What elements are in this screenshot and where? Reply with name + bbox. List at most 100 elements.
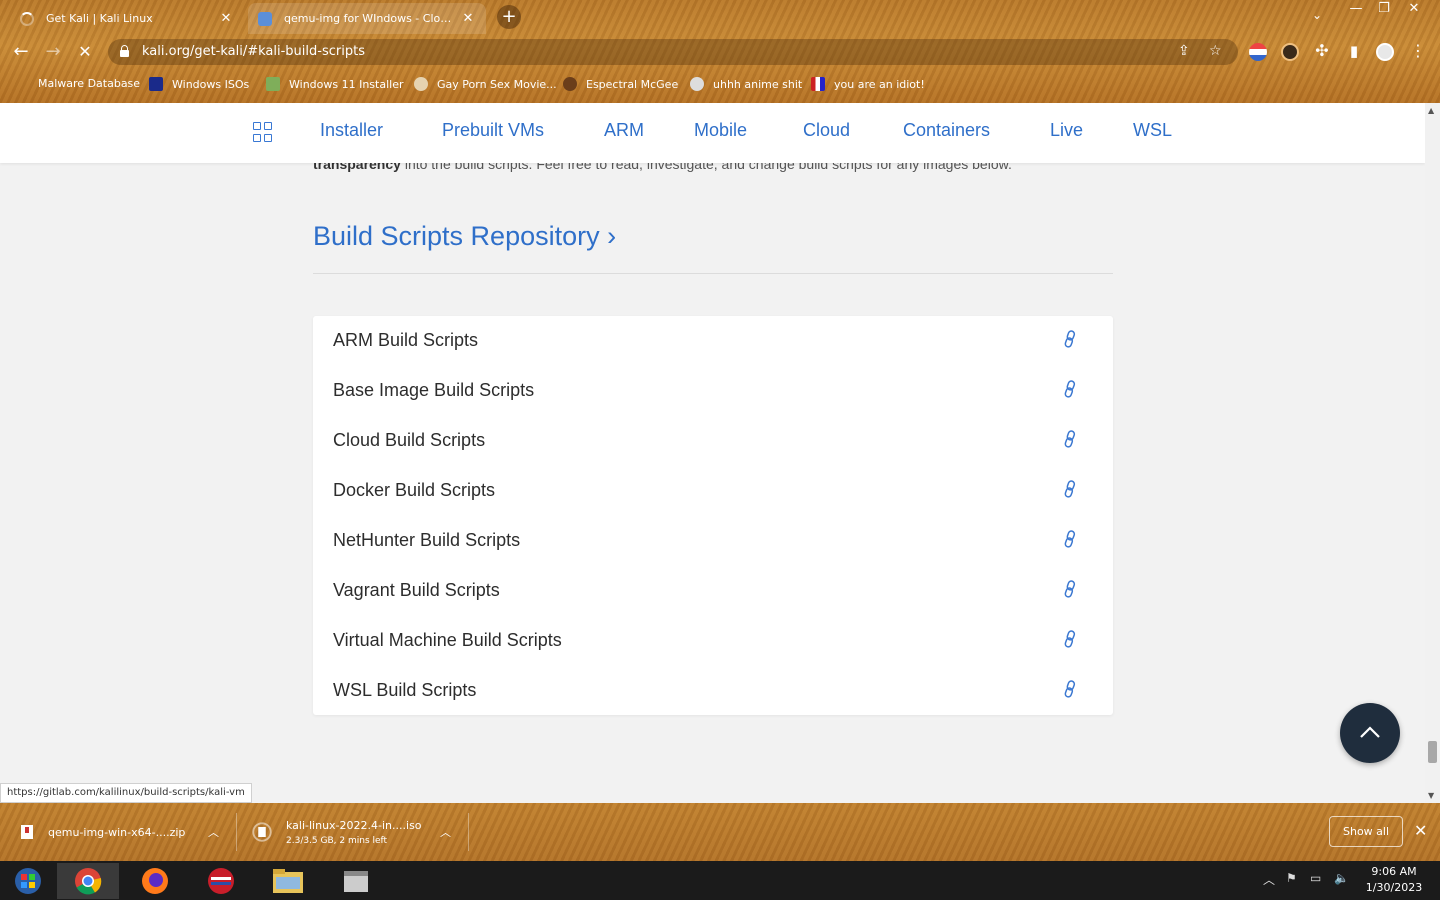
status-bar-url: https://gitlab.com/kalilinux/build-scrip… (0, 783, 252, 803)
show-all-downloads-button[interactable]: Show all (1329, 816, 1403, 847)
divider (313, 273, 1113, 274)
tab-close-icon[interactable]: ✕ (218, 11, 234, 26)
script-label: Virtual Machine Build Scripts (333, 630, 562, 650)
taskbar-firefox[interactable] (124, 863, 186, 899)
list-item[interactable]: NetHunter Build Scripts (313, 516, 1113, 566)
nav-mobile[interactable]: Mobile (694, 120, 747, 141)
scroll-up-icon[interactable]: ▲ (1428, 106, 1434, 115)
store-bag-icon (344, 871, 368, 892)
download-item-qemu[interactable]: qemu-img-win-x64-....zip ︿ (20, 803, 230, 861)
script-label: Vagrant Build Scripts (333, 580, 500, 600)
script-label: ARM Build Scripts (333, 330, 479, 350)
tray-overflow-chevron-icon[interactable]: ︿ (1263, 871, 1275, 888)
face-icon (414, 77, 428, 91)
nav-cloud[interactable]: Cloud (803, 120, 850, 141)
bookmark-gay-porn-sex-movie[interactable]: Gay Porn Sex Movie... (414, 77, 557, 91)
taskbar-chrome[interactable] (57, 863, 119, 899)
browser-menu-icon[interactable]: ⋮ (1406, 40, 1430, 62)
tab-search-chevron-icon[interactable]: ⌄ (1312, 8, 1322, 22)
nav-installer[interactable]: Installer (320, 120, 383, 141)
bookmark-malware-database[interactable]: Malware Database (38, 77, 140, 90)
extensions-puzzle-icon[interactable]: ✣ (1310, 40, 1334, 62)
taskbar-file-explorer[interactable] (257, 863, 319, 899)
side-panel-icon[interactable]: ▮ (1342, 40, 1366, 62)
page-viewport: Installer Prebuilt VMs ARM Mobile Cloud … (0, 103, 1425, 803)
script-label: Base Image Build Scripts (333, 380, 535, 400)
page-scrollbar[interactable]: ▲ ▼ (1425, 103, 1440, 803)
list-item[interactable]: Docker Build Scripts (313, 466, 1113, 516)
tab-title: qemu-img for WIndows - Cloudbase Solutio… (284, 12, 454, 25)
link-chain-icon (1064, 480, 1076, 498)
scroll-down-icon[interactable]: ▼ (1428, 791, 1434, 800)
link-chain-icon (1064, 530, 1076, 548)
nav-wsl[interactable]: WSL (1133, 120, 1172, 141)
nav-prebuilt-vms[interactable]: Prebuilt VMs (442, 120, 544, 141)
bookmark-espectral-mcgee[interactable]: Espectral McGee (563, 77, 678, 91)
nav-live[interactable]: Live (1050, 120, 1083, 141)
shelf-separator (468, 813, 469, 851)
bookmark-label: you are an idiot! (834, 77, 925, 91)
taskbar-clock[interactable]: 9:06 AM 1/30/2023 (1362, 864, 1426, 896)
build-scripts-repository-link[interactable]: Build Scripts Repository › (313, 221, 616, 252)
anime-face-icon (690, 77, 704, 91)
bookmark-label: Gay Porn Sex Movie... (437, 77, 557, 91)
script-label: NetHunter Build Scripts (333, 530, 521, 550)
taskbar-store[interactable] (325, 863, 387, 899)
restore-button[interactable]: ❐ (1370, 0, 1398, 18)
build-scripts-list: ARM Build Scripts Base Image Build Scrip… (313, 316, 1113, 715)
folder-icon (273, 869, 303, 893)
back-to-top-button[interactable] (1340, 703, 1400, 763)
chevron-up-icon[interactable]: ︿ (440, 824, 451, 840)
download-item-kali-iso[interactable]: kali-linux-2022.4-in....iso 2.3/3.5 GB, … (252, 803, 462, 861)
back-arrow-icon[interactable]: ← (9, 41, 33, 63)
stop-loading-icon[interactable]: ✕ (73, 41, 97, 63)
action-center-flag-icon[interactable]: ⚑ (1286, 871, 1297, 885)
new-tab-button[interactable]: + (497, 5, 521, 29)
nav-containers[interactable]: Containers (903, 120, 990, 141)
bookmark-windows-11-installer[interactable]: Windows 11 Installer (266, 77, 404, 91)
chevron-up-icon[interactable]: ︿ (208, 824, 219, 840)
start-button[interactable] (0, 863, 55, 899)
nav-arm[interactable]: ARM (604, 120, 644, 141)
taskbar-opera[interactable] (190, 863, 252, 899)
bookmark-you-are-an-idiot[interactable]: you are an idiot! (811, 77, 925, 91)
profile-avatar-icon[interactable] (1376, 43, 1394, 61)
image-thumbnail-icon (266, 77, 280, 91)
share-icon[interactable]: ⇪ (1178, 43, 1190, 59)
script-label: Cloud Build Scripts (333, 430, 486, 450)
grid-menu-icon[interactable] (253, 122, 273, 142)
address-bar[interactable]: kali.org/get-kali/#kali-build-scripts ⇪ … (108, 39, 1238, 65)
bookmark-windows-isos[interactable]: Windows ISOs (149, 77, 249, 91)
close-download-shelf-icon[interactable]: ✕ (1414, 821, 1427, 840)
link-chain-icon (1064, 580, 1076, 598)
shelf-separator (236, 813, 237, 851)
zip-file-icon (21, 825, 33, 839)
url-text: kali.org/get-kali/#kali-build-scripts (142, 44, 365, 59)
list-item[interactable]: WSL Build Scripts (313, 666, 1113, 716)
scrollbar-thumb[interactable] (1428, 741, 1437, 763)
window-close-button[interactable]: ✕ (1400, 0, 1428, 18)
firefox-icon (142, 868, 168, 894)
forward-arrow-icon[interactable]: → (41, 41, 65, 63)
extension-flag-icon[interactable] (1249, 43, 1267, 61)
link-chain-icon (1064, 680, 1076, 698)
tab-get-kali[interactable]: Get Kali | Kali Linux ✕ (10, 3, 244, 34)
windows-taskbar: ︿ ⚑ ▭ 🔈 9:06 AM 1/30/2023 (0, 861, 1440, 900)
list-item[interactable]: Vagrant Build Scripts (313, 566, 1113, 616)
volume-icon[interactable]: 🔈 (1334, 871, 1349, 885)
flag-icon (811, 77, 825, 91)
minimize-button[interactable]: — (1342, 0, 1370, 18)
network-icon[interactable]: ▭ (1310, 871, 1321, 885)
extension-avatar-icon[interactable] (1281, 43, 1299, 61)
list-item[interactable]: Virtual Machine Build Scripts (313, 616, 1113, 666)
tab-close-icon[interactable]: ✕ (460, 11, 476, 26)
tab-qemu-img[interactable]: qemu-img for WIndows - Cloudbase Solutio… (248, 3, 486, 34)
bookmark-uhhh-anime-shit[interactable]: uhhh anime shit (690, 77, 802, 91)
list-item[interactable]: ARM Build Scripts (313, 316, 1113, 366)
bookmark-star-icon[interactable]: ☆ (1209, 43, 1222, 59)
chevron-up-icon (1360, 726, 1380, 738)
list-item[interactable]: Cloud Build Scripts (313, 416, 1113, 466)
x-logo-icon (149, 77, 163, 91)
chrome-icon (75, 868, 102, 895)
list-item[interactable]: Base Image Build Scripts (313, 366, 1113, 416)
